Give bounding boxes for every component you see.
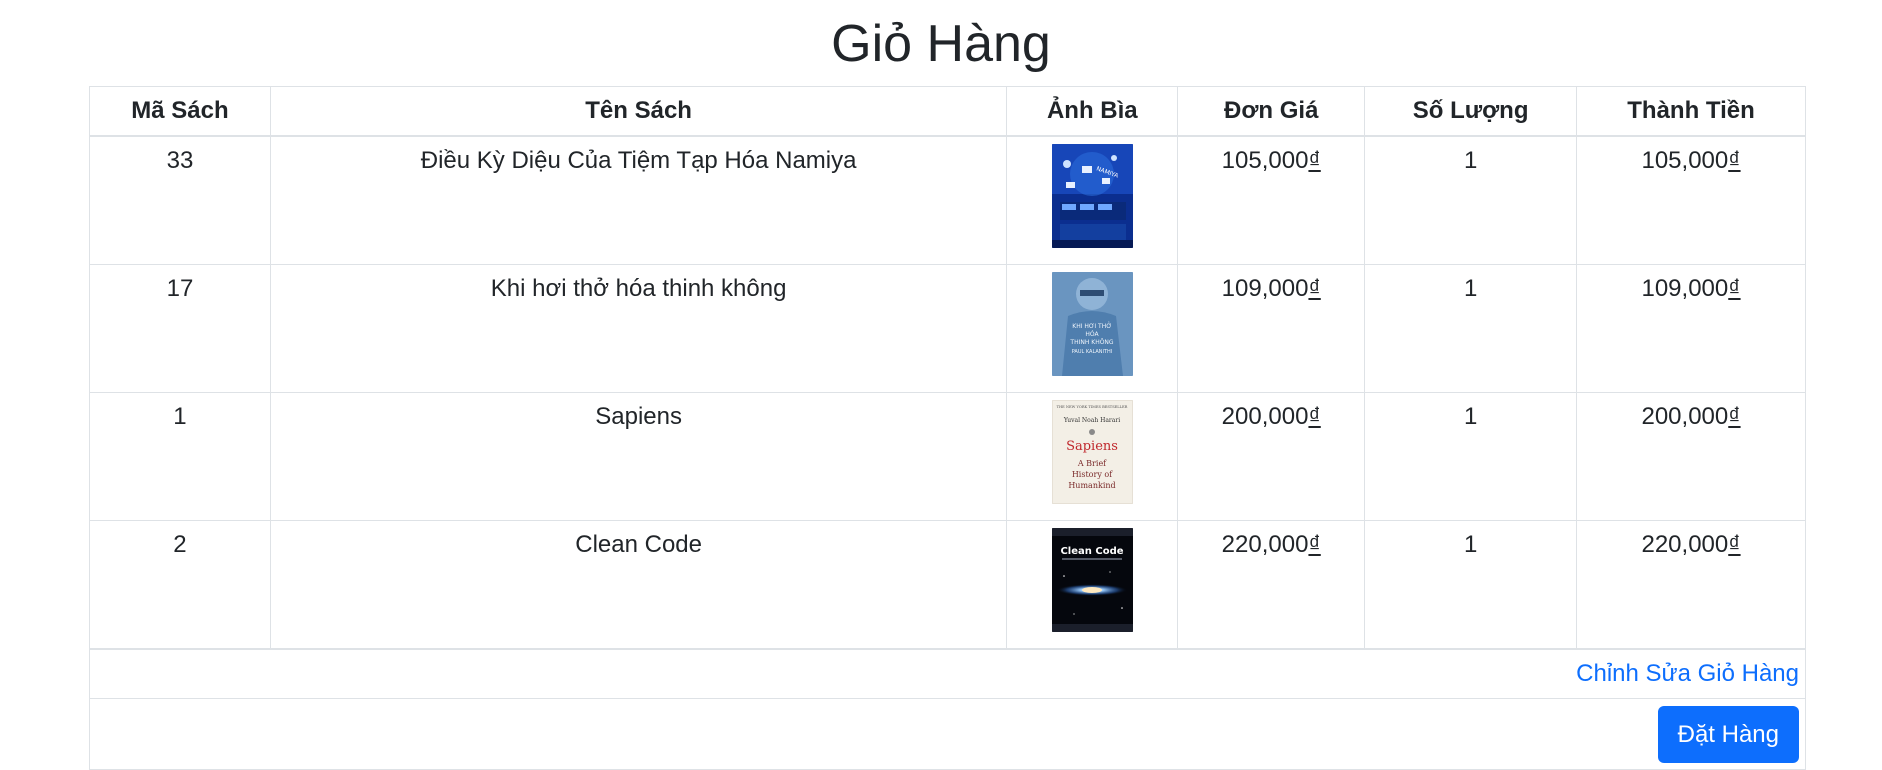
book-id-cell: 2	[89, 520, 271, 650]
table-row: 17 Khi hơi thở hóa thinh không KHI HƠI T…	[89, 264, 1806, 393]
quantity-cell: 1	[1364, 392, 1578, 521]
edit-cart-row: Chỉnh Sửa Giỏ Hàng	[89, 648, 1806, 699]
page-title: Giỏ Hàng	[831, 15, 1051, 73]
currency-symbol: ₫	[1308, 531, 1321, 558]
sapiens-book-cover: THE NEW YORK TIMES BESTSELLER Yuval Noah…	[1051, 400, 1133, 504]
sapiens-cover-title: Sapiens	[1066, 439, 1118, 454]
unit-price-cell: 109,000₫	[1177, 264, 1366, 393]
cover-cell: Clean Code	[1006, 520, 1179, 650]
quantity-cell: 1	[1364, 520, 1578, 650]
order-button[interactable]: Đặt Hàng	[1657, 705, 1799, 763]
header-total: Thành Tiền	[1576, 86, 1806, 137]
book-id-cell: 33	[89, 135, 271, 265]
quantity-cell: 1	[1364, 264, 1578, 393]
header-book-id: Mã Sách	[89, 86, 271, 137]
book-name-cell: Sapiens	[269, 392, 1008, 521]
total-cell: 109,000₫	[1576, 264, 1806, 393]
unit-price-cell: 200,000₫	[1177, 392, 1366, 521]
sapiens-cover-sub3: Humankind	[1068, 481, 1115, 490]
unit-price-cell: 105,000₫	[1177, 135, 1366, 265]
currency-symbol: ₫	[1728, 275, 1741, 302]
book-id-cell: 1	[89, 392, 271, 521]
edit-cart-link[interactable]: Chỉnh Sửa Giỏ Hàng	[1576, 660, 1799, 687]
sapiens-cover-top: THE NEW YORK TIMES BESTSELLER	[1056, 405, 1127, 409]
cart-table: Mã Sách Tên Sách Ảnh Bìa Đơn Giá Số Lượn…	[89, 86, 1806, 770]
currency-symbol: ₫	[1728, 147, 1741, 174]
unit-price-value: 220,000	[1221, 531, 1309, 558]
header-unit-price: Đơn Giá	[1177, 86, 1366, 137]
total-value: 200,000	[1641, 403, 1729, 430]
sapiens-cover-sub1: A Brief	[1077, 459, 1107, 468]
total-cell: 105,000₫	[1576, 135, 1806, 265]
total-cell: 200,000₫	[1576, 392, 1806, 521]
total-value: 109,000	[1641, 275, 1729, 302]
breath-cover-line1: KHI HƠI THỞ	[1072, 322, 1111, 330]
currency-symbol: ₫	[1728, 531, 1741, 558]
unit-price-value: 105,000	[1221, 147, 1309, 174]
clean-code-cover-title: Clean Code	[1060, 546, 1123, 557]
sapiens-cover-author: Yuval Noah Harari	[1063, 417, 1120, 424]
clean-code-book-cover: Clean Code	[1051, 528, 1133, 632]
sapiens-cover-sub2: History of	[1072, 470, 1113, 479]
total-value: 220,000	[1641, 531, 1729, 558]
unit-price-value: 109,000	[1221, 275, 1309, 302]
header-cover: Ảnh Bìa	[1006, 86, 1179, 137]
edit-cart-cell: Chỉnh Sửa Giỏ Hàng	[89, 648, 1806, 699]
book-name-cell: Điều Kỳ Diệu Của Tiệm Tạp Hóa Namiya	[269, 135, 1008, 265]
currency-symbol: ₫	[1308, 147, 1321, 174]
cover-cell: THE NEW YORK TIMES BESTSELLER Yuval Noah…	[1006, 392, 1179, 521]
breath-cover-line3: THINH KHÔNG	[1069, 339, 1114, 346]
breath-cover-line2: HÓA	[1085, 331, 1099, 338]
namiya-book-cover: NAMIYA	[1051, 144, 1133, 248]
table-row: 2 Clean Code Clean Code 220,000₫ 1 220,0…	[89, 520, 1806, 650]
cover-cell: KHI HƠI THỞ HÓA THINH KHÔNG PAUL KALANIT…	[1006, 264, 1179, 393]
header-quantity: Số Lượng	[1364, 86, 1578, 137]
cover-cell: NAMIYA	[1006, 135, 1179, 265]
when-breath-becomes-air-book-cover: KHI HƠI THỞ HÓA THINH KHÔNG PAUL KALANIT…	[1051, 272, 1133, 376]
table-header-row: Mã Sách Tên Sách Ảnh Bìa Đơn Giá Số Lượn…	[89, 86, 1806, 137]
order-row: Đặt Hàng	[89, 698, 1806, 770]
book-id-cell: 17	[89, 264, 271, 393]
table-row: 1 Sapiens THE NEW YORK TIMES BESTSELLER …	[89, 392, 1806, 521]
quantity-cell: 1	[1364, 135, 1578, 265]
unit-price-cell: 220,000₫	[1177, 520, 1366, 650]
order-cell: Đặt Hàng	[89, 698, 1806, 770]
unit-price-value: 200,000	[1221, 403, 1309, 430]
total-cell: 220,000₫	[1576, 520, 1806, 650]
total-value: 105,000	[1641, 147, 1729, 174]
currency-symbol: ₫	[1728, 403, 1741, 430]
book-name-cell: Clean Code	[269, 520, 1008, 650]
breath-cover-author: PAUL KALANITHI	[1072, 349, 1113, 355]
header-book-name: Tên Sách	[269, 86, 1008, 137]
currency-symbol: ₫	[1308, 275, 1321, 302]
book-name-cell: Khi hơi thở hóa thinh không	[269, 264, 1008, 393]
table-row: 33 Điều Kỳ Diệu Của Tiệm Tạp Hóa Namiya …	[89, 135, 1806, 265]
currency-symbol: ₫	[1308, 403, 1321, 430]
